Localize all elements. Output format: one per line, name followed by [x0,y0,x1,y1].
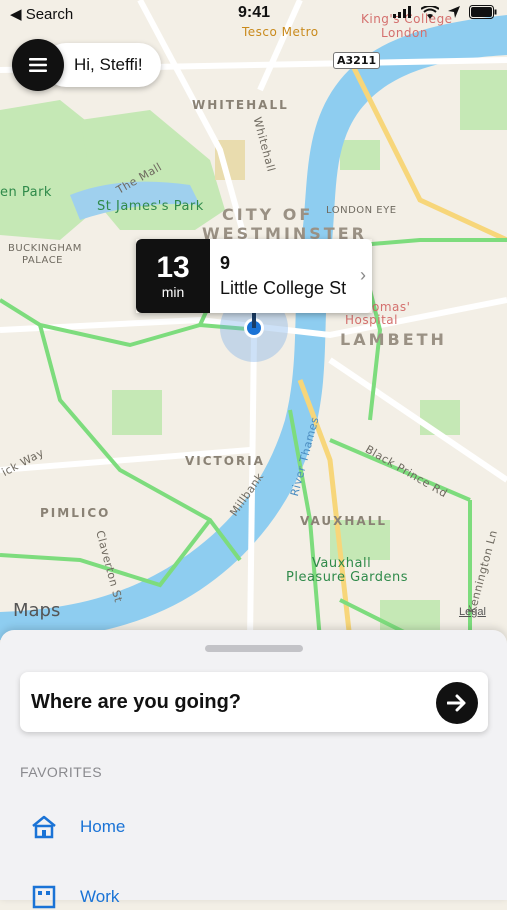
home-icon [32,815,56,839]
wifi-icon [421,5,439,19]
map-label-a3211: A3211 [333,52,381,69]
status-time: 9:41 [238,4,271,21]
pickup-eta-card[interactable]: 13 min 9 Little College St › [136,239,372,313]
map-label-palace: PALACE [22,255,63,266]
map-label-city-of: CITY OF [222,205,314,224]
go-button[interactable] [436,682,478,724]
chevron-right-icon: › [360,265,366,285]
sheet-drag-handle[interactable] [205,645,303,652]
favorite-home[interactable]: Home [30,814,125,840]
map-canvas [0,0,507,640]
hamburger-icon [29,58,47,72]
map-label-pimlico: PIMLICO [40,506,111,520]
map-label-victoria: VICTORIA [185,454,265,468]
eta-unit: min [161,284,185,300]
favorite-work-label: Work [80,887,120,906]
map-label-vauxhall-gardens: Vauxhall [312,556,372,571]
map-label-vauxhall: VAUXHALL [300,514,388,528]
signal-icon [393,6,411,18]
map-label-london-eye: LONDON EYE [326,205,397,216]
destination-search[interactable]: Where are you going? [20,672,488,732]
map-label-pleasure-gardens: Pleasure Gardens [286,570,409,585]
location-arrow-icon [448,6,460,18]
map-label-st-james-park: St James's Park [97,199,204,214]
map-label-buckingham: BUCKINGHAM [8,243,82,254]
map-label-green-park: en Park [0,185,52,200]
maps-attribution: Maps [13,600,61,621]
map-label-hospital: Hospital [345,313,398,327]
back-to-search[interactable]: ◀ Search [10,5,73,23]
status-bar: ◀ Search 9:41 [0,0,507,28]
map-label-lambeth: LAMBETH [340,330,447,349]
favorites-header: FAVORITES [20,764,103,780]
address-street: Little College St [220,278,347,298]
map-view[interactable]: CITY OF WESTMINSTER LAMBETH WHITEHALL VI… [0,0,507,640]
pickup-address: 9 Little College St › [210,239,372,313]
battery-icon [469,5,497,19]
legal-link[interactable]: Legal [459,606,486,618]
work-icon [32,885,56,909]
greeting-bar: Hi, Steffi! [12,39,161,91]
menu-button[interactable] [12,39,64,91]
bottom-sheet: Where are you going? FAVORITES Home Work [0,630,507,909]
eta-box: 13 min [136,239,210,313]
map-label-whitehall: WHITEHALL [192,98,289,112]
favorite-home-label: Home [80,817,126,836]
map-label-st-thomas: omas' [372,300,411,314]
eta-minutes: 13 [156,251,190,284]
favorite-work[interactable]: Work [30,884,119,910]
address-number: 9 [220,253,231,273]
map-label-kings-london: London [381,26,428,40]
search-placeholder: Where are you going? [31,690,242,713]
arrow-right-icon [447,694,466,712]
